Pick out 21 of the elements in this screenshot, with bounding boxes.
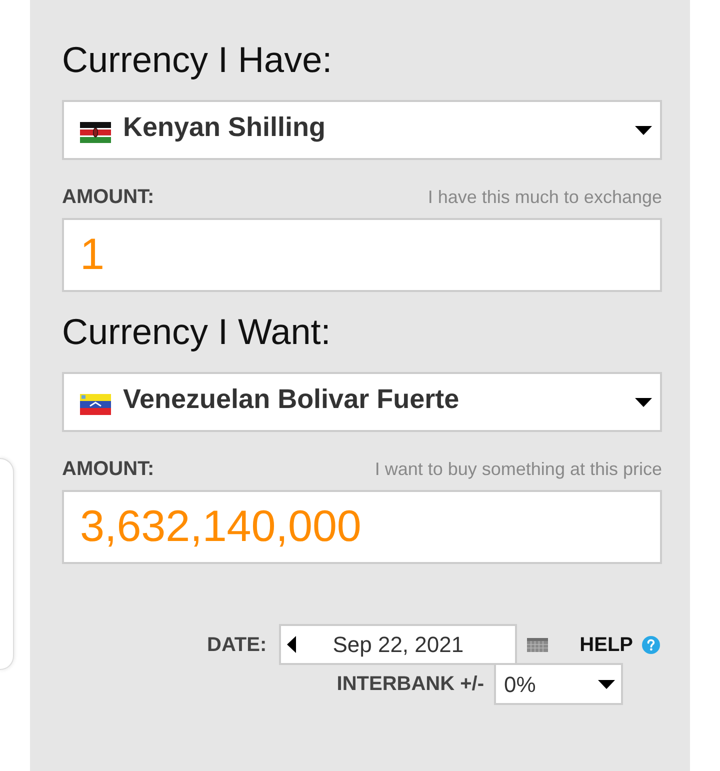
amount-hint: I have this much to exchange	[428, 186, 662, 209]
amount-hint: I want to buy something at this price	[374, 458, 662, 481]
caret-down-icon	[598, 680, 615, 688]
currency-select[interactable]: Venezuelan Bolivar Fuerte	[62, 372, 662, 432]
currency-select[interactable]: Kenyan Shilling	[62, 100, 662, 160]
interbank-select[interactable]: 0%	[494, 663, 623, 705]
amount-label: AMOUNT:	[62, 185, 154, 210]
caret-left-icon[interactable]	[286, 636, 296, 653]
date-field[interactable]: Sep 22, 2021	[278, 624, 517, 665]
date-label: DATE:	[207, 632, 267, 658]
amount-label: AMOUNT:	[62, 457, 154, 482]
help-icon[interactable]	[642, 636, 660, 654]
help-link[interactable]: HELP	[580, 630, 633, 660]
interbank-label: INTERBANK +/-	[336, 672, 484, 697]
flag-icon	[80, 122, 111, 142]
caret-down-icon	[635, 126, 652, 134]
calendar-icon[interactable]	[526, 638, 548, 652]
caret-down-icon	[635, 398, 652, 406]
flag-icon	[80, 394, 111, 414]
section-heading: Currency I Want:	[62, 310, 332, 354]
section-heading: Currency I Have:	[62, 38, 334, 82]
